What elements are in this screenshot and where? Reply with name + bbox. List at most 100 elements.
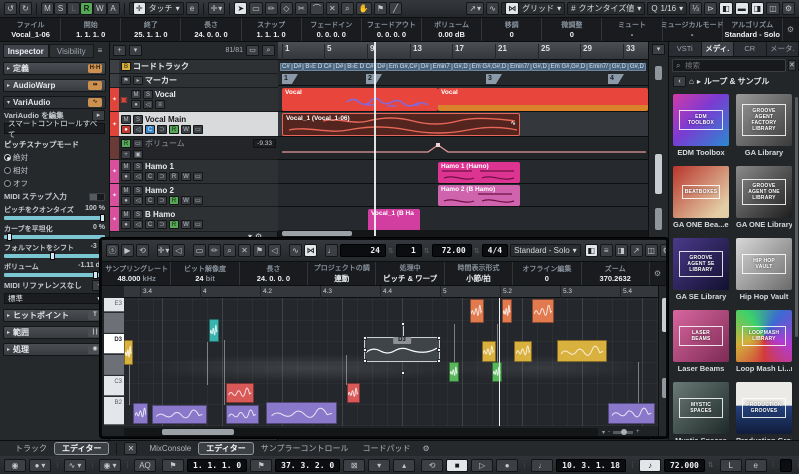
right-locator-flag-icon[interactable]: ⚑	[250, 458, 273, 472]
piano-key[interactable]: C3	[104, 376, 124, 396]
quantize-note-icon[interactable]: ♩	[325, 244, 338, 257]
mute-button[interactable]: M	[121, 185, 131, 195]
editor-ext-button[interactable]: ◫	[644, 244, 658, 257]
draw-tool[interactable]: ✏	[264, 2, 278, 15]
chord-event[interactable]: G#,D	[451, 63, 470, 71]
split-tool[interactable]: ✂	[294, 2, 308, 15]
pitch-quantize-value[interactable]: 24	[340, 244, 386, 257]
info-cell[interactable]: ボリューム 0.00 dB	[422, 18, 483, 41]
track-grid-icon[interactable]: ▭	[246, 45, 259, 56]
home-icon[interactable]: ⌂	[689, 77, 694, 86]
variaudio-segment[interactable]	[608, 403, 655, 424]
mute-automation-button[interactable]: ▭	[133, 138, 143, 148]
monitor-button[interactable]: ◁	[133, 172, 143, 181]
read-automation-button[interactable]: R	[169, 219, 179, 229]
info-value[interactable]: 0.00 dB	[438, 30, 465, 39]
variaudio-segment[interactable]	[514, 341, 532, 362]
editor-snap-zero-icon[interactable]: ∿	[289, 244, 302, 257]
piano-key[interactable]: B2	[104, 397, 124, 425]
media-tile[interactable]: HIP HOP VAULT Hip Hop Vault	[736, 238, 792, 301]
media-tile[interactable]: GROOVE AGENT SE LIBRARY GA SE Library	[673, 238, 729, 301]
insert-bypass-button[interactable]: ⊃	[157, 172, 167, 181]
time-format-icon[interactable]: ♩	[531, 458, 554, 472]
record-button[interactable]: ●	[496, 458, 519, 472]
variaudio-segment[interactable]	[266, 402, 337, 424]
clear-search-icon[interactable]: ✕	[788, 60, 796, 71]
variaudio-segment[interactable]	[502, 299, 512, 323]
insert-bypass-button[interactable]: ⊃	[157, 219, 167, 229]
read-automation-button[interactable]: R	[169, 124, 179, 134]
chord-event[interactable]: Em G#,G#,D	[548, 63, 588, 71]
append-lane-button[interactable]: +	[121, 149, 131, 159]
chord-event[interactable]: C#	[280, 63, 292, 71]
editor-play-tool[interactable]: ⚑	[253, 244, 266, 257]
info-value[interactable]: 25. 1. 1. 0	[134, 30, 167, 39]
lower-zone-toggle[interactable]: ▬	[734, 2, 749, 15]
midi-input-activity-button[interactable]: L	[719, 458, 742, 472]
play-button[interactable]: ▷	[471, 458, 494, 472]
info-cell[interactable]: ミュージカルモード -	[661, 18, 724, 41]
monitor-button[interactable]: ◁	[133, 219, 143, 229]
variaudio-segment[interactable]	[347, 383, 360, 403]
variaudio-segment[interactable]	[209, 319, 219, 342]
chord-event[interactable]: G#,D	[627, 63, 646, 71]
info-value[interactable]: Standard - Solo	[725, 30, 780, 39]
editor-hscroll-thumb[interactable]	[162, 429, 234, 435]
automation-button[interactable]: A	[106, 2, 120, 15]
automation-button[interactable]: M	[41, 2, 54, 15]
vocal-folder-clip[interactable]: Vocal	[282, 88, 438, 111]
chord-event[interactable]: Emin7	[430, 63, 452, 71]
write-automation-button[interactable]: W	[181, 195, 191, 205]
editor-info-gear-icon[interactable]: ⚙	[650, 262, 665, 285]
audition-play-button[interactable]: ▶	[121, 244, 134, 257]
mute-tool[interactable]: ✕	[325, 2, 339, 15]
editor-speaker-icon[interactable]: ◁	[268, 244, 281, 257]
info-line-gear-icon[interactable]: ⚙	[783, 18, 798, 41]
channel-strip-icon[interactable]: ▭	[193, 172, 203, 181]
media-rack-tab[interactable]: メディ.	[701, 42, 734, 56]
media-tile[interactable]: GROOVE AGENT FACTORY LIBRARY GA Library	[736, 94, 792, 157]
inspector-menu-icon[interactable]: ≡	[94, 44, 106, 58]
channel-button[interactable]: C	[145, 124, 155, 134]
pitch-snap-option[interactable]: オフ	[3, 177, 106, 190]
radio-icon[interactable]	[4, 154, 11, 161]
iterative-quantize-button[interactable]: ⅓	[689, 2, 703, 15]
hamo2-clip[interactable]: Hamo 2 (B Hamo)	[438, 185, 520, 206]
media-rack-tab[interactable]: メータ.	[766, 42, 799, 56]
solo-button[interactable]: S	[133, 185, 143, 195]
line-tool[interactable]: ╱	[389, 2, 402, 15]
edit-channel-button[interactable]: e	[185, 2, 199, 15]
chord-event[interactable]: D#	[333, 63, 346, 71]
piano-key[interactable]: E3	[104, 298, 124, 312]
monitor-button[interactable]: ◁	[143, 100, 153, 109]
media-tile[interactable]: LOOPMASH LIBRARY Loop Mash Li...ry	[736, 310, 792, 373]
pitch-snap-option[interactable]: 絶対	[3, 151, 106, 164]
editor-info-value[interactable]: 連動	[334, 273, 349, 284]
chord-event[interactable]: Emin7/	[587, 63, 610, 71]
variaudio-segment[interactable]	[124, 340, 133, 365]
lock-icon[interactable]: ⊠	[343, 458, 366, 472]
editor-info-value[interactable]: 48.000 kHz	[117, 274, 155, 283]
info-cell[interactable]: ファイル Vocal_1-06	[1, 18, 62, 41]
variaudio-segment[interactable]	[449, 362, 459, 382]
selected-track-row[interactable]: ✦ M S Vocal Main ● ◁ C ⊃ R W ▭	[110, 112, 278, 137]
automation-parameter[interactable]: ボリューム	[145, 138, 185, 149]
left-zone-tab[interactable]: エディター	[54, 442, 110, 455]
marker-event[interactable]: 4	[608, 74, 624, 84]
play-tool[interactable]: ⚑	[373, 2, 387, 15]
editor-cursor[interactable]	[499, 298, 500, 426]
slider-thumb[interactable]	[92, 271, 98, 279]
editor-solo-button[interactable]: ⓢ	[106, 244, 119, 257]
lane-folder-icon[interactable]: ▣	[133, 149, 143, 159]
editor-zoom-slider[interactable]	[662, 378, 666, 398]
close-lower-zone-icon[interactable]: ✕	[124, 442, 138, 455]
info-cell[interactable]: 長さ 24. 0. 0. 0	[181, 18, 242, 41]
audition-loop-button[interactable]: ⟲	[136, 244, 149, 257]
read-automation-button[interactable]: R	[121, 138, 131, 148]
section-hitpoints[interactable]: ▸ ヒットポイント T	[3, 309, 106, 322]
slider-value[interactable]: 0 %	[93, 224, 105, 234]
media-tile[interactable]: BEATBOXES GA ONE Bea...es	[673, 166, 729, 229]
project-cursor[interactable]	[374, 42, 376, 236]
write-automation-button[interactable]: W	[181, 124, 191, 134]
variaudio-segment[interactable]	[482, 341, 496, 362]
